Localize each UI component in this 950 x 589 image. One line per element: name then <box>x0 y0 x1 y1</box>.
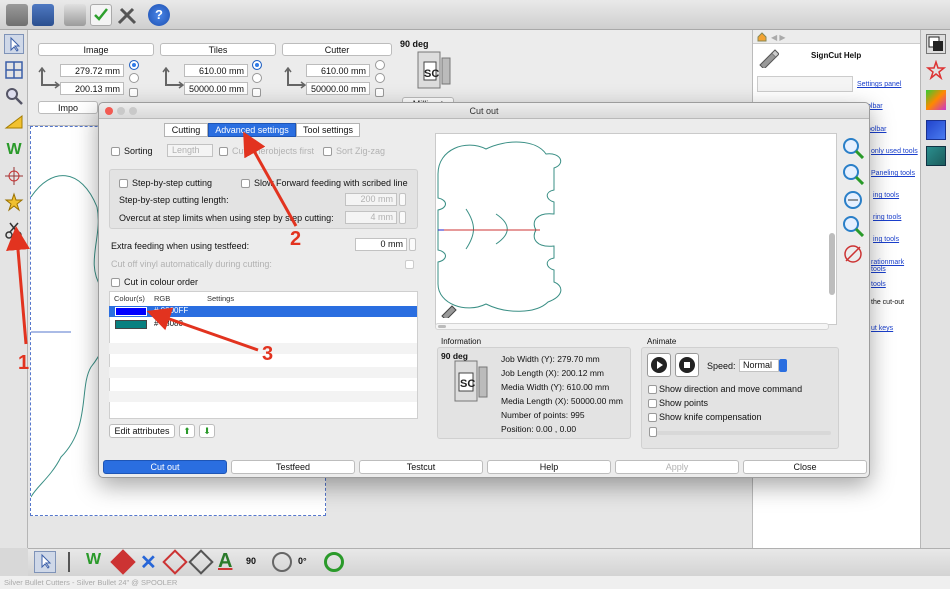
arrow-2 <box>243 131 298 227</box>
annotation-number-2: 2 <box>290 228 302 250</box>
arrow-3 <box>146 307 259 352</box>
annotation-number-1: 1 <box>18 352 30 374</box>
arrow-1 <box>6 226 30 345</box>
annotation-arrows <box>6 131 298 352</box>
annotation-number-3: 3 <box>262 343 274 365</box>
